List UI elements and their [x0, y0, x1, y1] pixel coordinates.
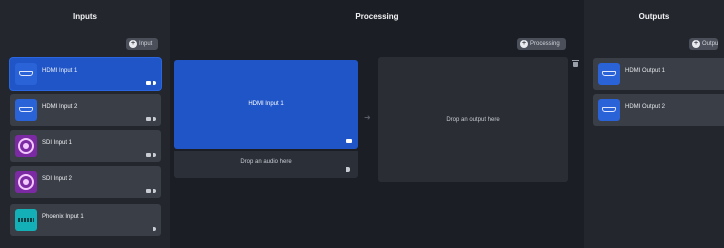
input-card-label: SDI Input 1 — [42, 140, 73, 146]
processing-column-title: Processing — [355, 12, 399, 21]
input-card-label: SDI Input 2 — [42, 176, 73, 182]
processing-video-label: HDMI Input 1 — [248, 101, 284, 107]
hdmi-icon — [15, 63, 37, 85]
output-drop-zone[interactable]: Drop an output here — [378, 57, 568, 182]
signal-badges — [146, 117, 156, 121]
output-card-label: HDMI Output 1 — [625, 68, 666, 74]
video-signal-icon — [346, 139, 352, 143]
video-signal-icon — [146, 189, 151, 193]
signal-badges — [146, 81, 156, 85]
arrow-right-icon: ➜ — [364, 113, 371, 122]
audio-signal-icon — [153, 189, 156, 193]
input-card-sdi-2[interactable]: SDI Input 2 — [10, 166, 161, 198]
hdmi-icon — [598, 99, 620, 121]
audio-signal-icon — [153, 227, 156, 231]
input-card-phoenix-1[interactable]: Phoenix Input 1 — [10, 204, 161, 236]
input-card-label: HDMI Input 1 — [42, 68, 78, 74]
video-signal-icon — [146, 117, 151, 121]
audio-signal-icon — [153, 81, 156, 85]
input-card-hdmi-1[interactable]: HDMI Input 1 — [10, 58, 161, 90]
add-input-button[interactable]: + Input — [126, 38, 159, 50]
signal-badges — [153, 227, 156, 231]
sdi-icon — [15, 171, 37, 193]
audio-signal-icon — [346, 167, 350, 172]
plus-icon: + — [692, 40, 700, 48]
video-signal-icon — [146, 81, 151, 85]
inputs-column-title: Inputs — [73, 12, 97, 21]
output-drop-label: Drop an output here — [446, 117, 500, 123]
audio-signal-icon — [153, 117, 156, 121]
add-processing-label: Processing — [530, 41, 560, 47]
audio-drop-zone[interactable]: Drop an audio here — [174, 151, 358, 178]
add-output-button[interactable]: + Outpu — [689, 38, 719, 50]
signal-badges — [146, 153, 156, 157]
processing-video-source[interactable]: HDMI Input 1 — [174, 60, 358, 149]
sdi-icon — [15, 135, 37, 157]
plus-icon: + — [129, 40, 137, 48]
output-card-label: HDMI Output 2 — [625, 104, 666, 110]
input-card-label: Phoenix Input 1 — [42, 214, 84, 220]
input-card-sdi-1[interactable]: SDI Input 1 — [10, 130, 161, 162]
add-input-label: Input — [139, 41, 153, 47]
trash-icon[interactable] — [572, 60, 579, 67]
input-card-label: HDMI Input 2 — [42, 104, 78, 110]
hdmi-icon — [598, 63, 620, 85]
output-card-hdmi-1[interactable]: HDMI Output 1 — [593, 58, 724, 90]
processing-slot: HDMI Input 1 Drop an audio here — [174, 60, 358, 178]
add-output-label: Outpu — [702, 41, 719, 47]
hdmi-icon — [15, 99, 37, 121]
add-processing-button[interactable]: + Processing — [517, 38, 566, 50]
audio-drop-label: Drop an audio here — [240, 159, 292, 165]
outputs-column-title: Outputs — [638, 12, 670, 21]
audio-signal-icon — [153, 153, 156, 157]
input-card-hdmi-2[interactable]: HDMI Input 2 — [10, 94, 161, 126]
phoenix-connector-icon — [15, 209, 37, 231]
video-signal-icon — [146, 153, 151, 157]
output-card-hdmi-2[interactable]: HDMI Output 2 — [593, 94, 724, 126]
signal-badges — [146, 189, 156, 193]
plus-icon: + — [520, 40, 528, 48]
